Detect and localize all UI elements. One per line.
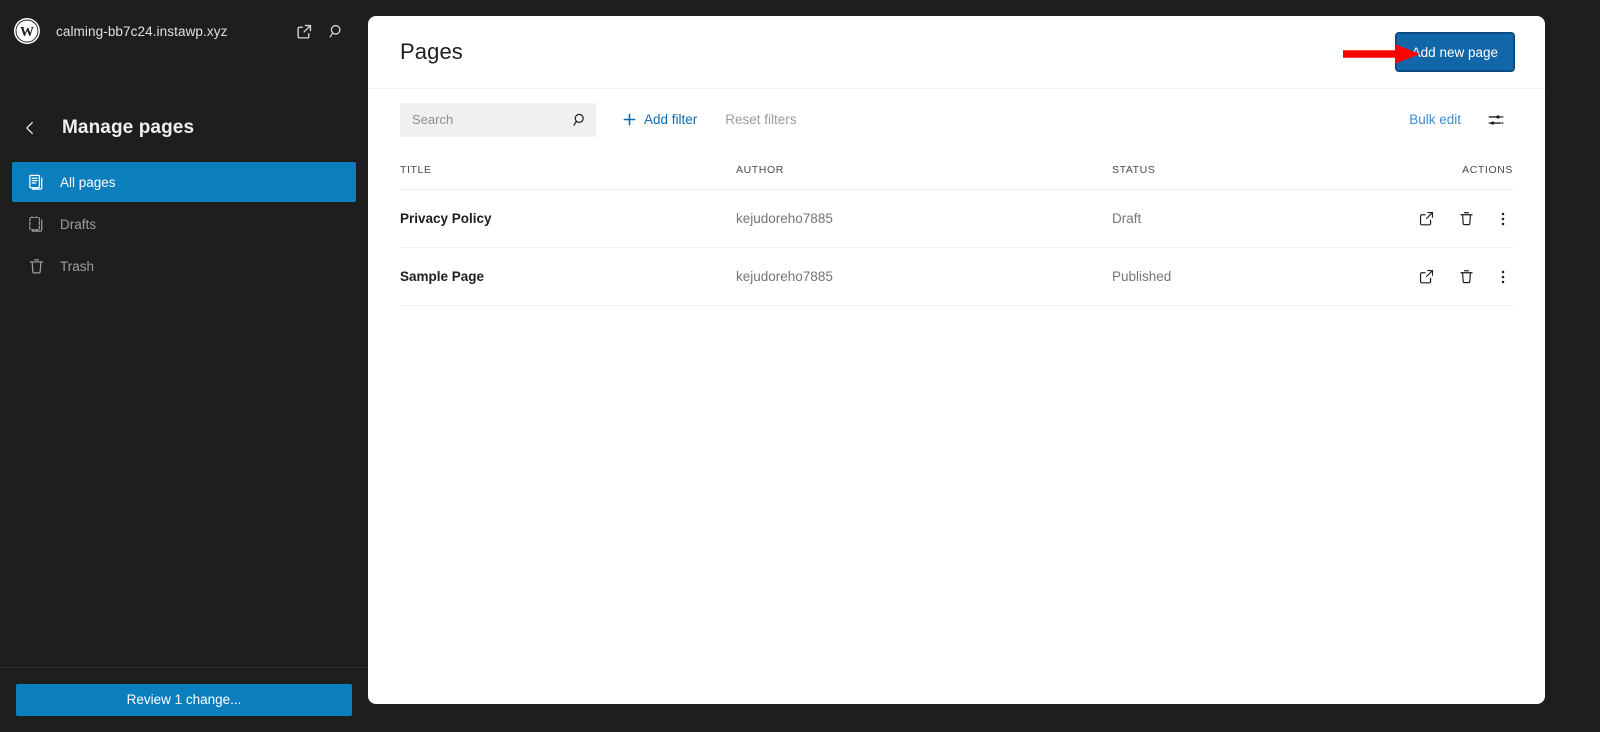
page-title: Pages bbox=[400, 39, 463, 64]
sidebar-item-label: Drafts bbox=[60, 216, 97, 232]
wordpress-logo-icon[interactable]: W bbox=[14, 18, 40, 44]
sidebar-item-label: Trash bbox=[60, 258, 95, 274]
page-title-link[interactable]: Privacy Policy bbox=[400, 211, 492, 226]
status-badge: Published bbox=[1112, 268, 1172, 284]
cell-actions bbox=[1383, 264, 1513, 290]
nav-header: Manage pages bbox=[0, 100, 368, 156]
table-row[interactable]: Sample Page kejudoreho7885 Published bbox=[400, 248, 1513, 306]
search-field[interactable] bbox=[400, 102, 596, 137]
site-title: calming-bb7c24.instawp.xyz bbox=[56, 23, 228, 39]
main-panel: Pages Add new page Add filter bbox=[368, 16, 1545, 704]
pages-stack-icon bbox=[24, 170, 48, 194]
filters-toolbar: Add filter Reset filters Bulk edit bbox=[368, 88, 1545, 150]
chevron-left-icon[interactable] bbox=[12, 110, 48, 146]
nav-list: All pages Drafts Trash bbox=[0, 162, 368, 286]
cell-title: Sample Page bbox=[400, 268, 736, 286]
table-row[interactable]: Privacy Policy kejudoreho7885 Draft bbox=[400, 190, 1513, 248]
draft-page-icon bbox=[24, 212, 48, 236]
cell-actions bbox=[1383, 206, 1513, 232]
status-badge: Draft bbox=[1112, 210, 1142, 226]
column-header-title: TITLE bbox=[400, 163, 432, 176]
table-header-row: TITLE AUTHOR STATUS ACTIONS bbox=[400, 150, 1513, 190]
cell-author: kejudoreho7885 bbox=[736, 268, 1112, 286]
svg-text:W: W bbox=[20, 25, 34, 40]
panel-header: Pages Add new page bbox=[368, 16, 1545, 88]
reset-filters-button[interactable]: Reset filters bbox=[719, 106, 802, 133]
column-header-author: AUTHOR bbox=[736, 163, 784, 176]
add-filter-button[interactable]: Add filter bbox=[616, 106, 703, 133]
external-link-icon[interactable] bbox=[1413, 264, 1439, 290]
sliders-icon[interactable] bbox=[1479, 103, 1513, 137]
kebab-menu-icon[interactable] bbox=[1493, 206, 1513, 232]
sidebar-item-all-pages[interactable]: All pages bbox=[12, 162, 356, 202]
site-bar: W calming-bb7c24.instawp.xyz bbox=[0, 0, 368, 62]
sidebar: W calming-bb7c24.instawp.xyz Manage page… bbox=[0, 0, 368, 732]
cell-author: kejudoreho7885 bbox=[736, 210, 1112, 228]
search-icon[interactable] bbox=[320, 15, 352, 47]
sidebar-item-trash[interactable]: Trash bbox=[12, 246, 356, 286]
trash-icon[interactable] bbox=[1453, 264, 1479, 290]
external-link-icon[interactable] bbox=[288, 15, 320, 47]
cell-status: Published bbox=[1112, 268, 1383, 286]
review-changes-button[interactable]: Review 1 change... bbox=[16, 684, 352, 716]
add-filter-label: Add filter bbox=[644, 112, 698, 127]
cell-title: Privacy Policy bbox=[400, 210, 736, 228]
search-input[interactable] bbox=[400, 102, 596, 137]
author-text: kejudoreho7885 bbox=[736, 268, 833, 284]
trash-icon[interactable] bbox=[1453, 206, 1479, 232]
app-root: W calming-bb7c24.instawp.xyz Manage page… bbox=[0, 0, 1600, 732]
page-title-link[interactable]: Sample Page bbox=[400, 269, 484, 284]
bulk-edit-button[interactable]: Bulk edit bbox=[1403, 106, 1467, 133]
column-header-status: STATUS bbox=[1112, 163, 1156, 176]
sidebar-footer: Review 1 change... bbox=[0, 667, 368, 732]
external-link-icon[interactable] bbox=[1413, 206, 1439, 232]
trash-icon bbox=[24, 254, 48, 278]
column-header-actions: ACTIONS bbox=[1462, 163, 1513, 176]
author-text: kejudoreho7885 bbox=[736, 210, 833, 226]
kebab-menu-icon[interactable] bbox=[1493, 264, 1513, 290]
plus-icon bbox=[622, 112, 637, 127]
sidebar-item-label: All pages bbox=[60, 174, 116, 190]
nav-title: Manage pages bbox=[62, 117, 195, 138]
sidebar-item-drafts[interactable]: Drafts bbox=[12, 204, 356, 244]
cell-status: Draft bbox=[1112, 210, 1383, 228]
add-new-page-button[interactable]: Add new page bbox=[1394, 32, 1516, 72]
pages-table: TITLE AUTHOR STATUS ACTIONS Privacy Poli… bbox=[368, 150, 1545, 306]
